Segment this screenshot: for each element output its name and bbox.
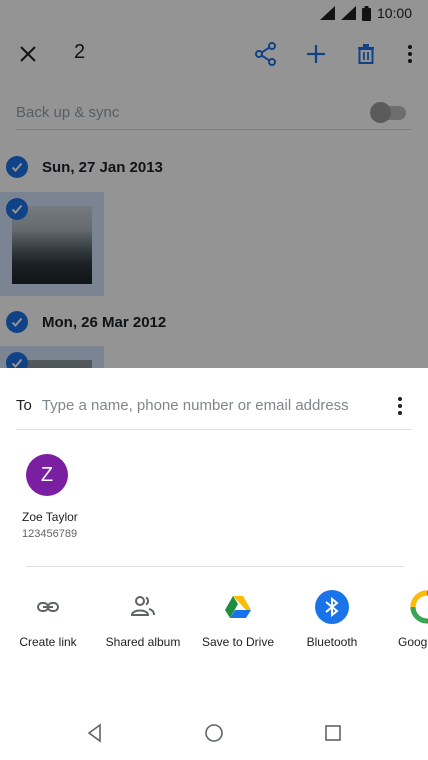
recipient-input[interactable]: [41, 397, 388, 414]
share-target-label: Bluetooth: [306, 635, 358, 649]
more-options-icon[interactable]: [388, 394, 412, 418]
contact-suggestion[interactable]: Z Zoe Taylor 123456789: [16, 454, 96, 550]
share-target-save-to-drive[interactable]: Save to Drive: [190, 590, 286, 649]
contact-phone: 123456789: [22, 528, 78, 540]
divider: [26, 566, 404, 567]
google-drive-icon: [225, 596, 251, 618]
google-icon: [410, 590, 428, 624]
avatar: Z: [26, 454, 68, 496]
share-target-label: Create link: [19, 635, 77, 649]
back-icon[interactable]: [84, 722, 106, 744]
screen: 10:00 2 Back up & sync Sun, 27 Jan 2013 …: [0, 0, 428, 760]
share-target-google[interactable]: Goog: [378, 590, 428, 649]
recents-icon[interactable]: [322, 722, 344, 744]
share-target-create-link[interactable]: Create link: [0, 590, 96, 649]
to-label: To: [16, 397, 32, 414]
contact-name: Zoe Taylor: [22, 510, 78, 524]
share-target-bluetooth[interactable]: Bluetooth: [284, 590, 380, 649]
recipient-row: To: [16, 382, 412, 430]
share-target-label: Shared album: [105, 635, 181, 649]
share-target-label: Save to Drive: [201, 635, 275, 649]
share-target-label: Goog: [398, 635, 428, 649]
share-target-shared-album[interactable]: Shared album: [95, 590, 191, 649]
dim-overlay[interactable]: [0, 0, 428, 368]
home-icon[interactable]: [203, 722, 225, 744]
bluetooth-icon: [315, 590, 349, 624]
share-targets: Create link Shared album Save to Drive B…: [0, 590, 428, 654]
people-icon: [130, 596, 155, 616]
system-nav-bar: [0, 700, 428, 760]
link-icon: [37, 602, 59, 612]
